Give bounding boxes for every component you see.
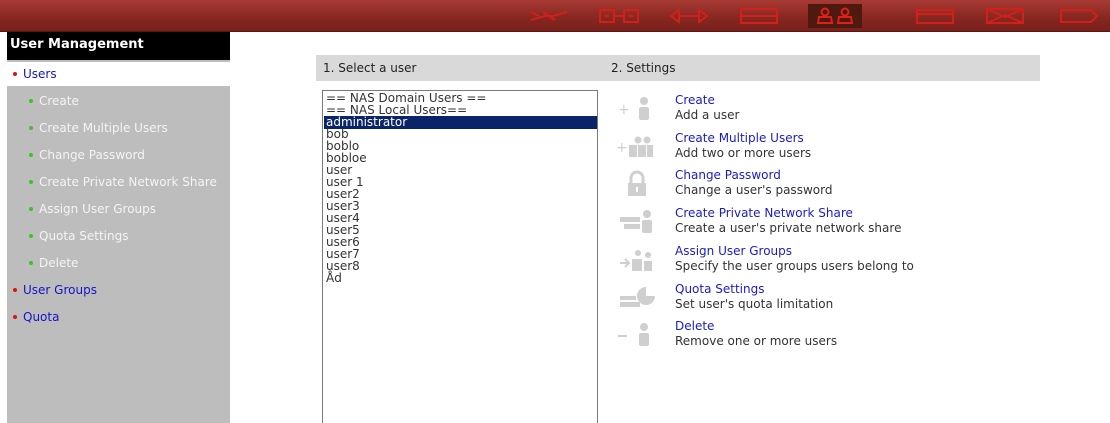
sidebar-item-quota[interactable]: Quota	[7, 305, 230, 329]
network-icon[interactable]	[524, 4, 574, 28]
bullet-icon	[13, 314, 17, 319]
settings-link-delete[interactable]: Delete	[675, 319, 714, 333]
sidebar-item-label: Assign User Groups	[39, 202, 157, 216]
bullet-icon	[13, 71, 17, 76]
svg-text:+: +	[618, 102, 630, 118]
sidebar-item-label: Create Multiple Users	[39, 121, 168, 135]
settings-link-assign-groups[interactable]: Assign User Groups	[675, 244, 792, 258]
bullet-icon	[29, 152, 33, 157]
add-user-icon[interactable]: +	[616, 94, 658, 124]
bullet-icon	[29, 98, 33, 103]
bullet-icon	[13, 287, 17, 292]
settings-header: 2. Settings	[604, 55, 1040, 81]
assign-groups-icon[interactable]	[616, 245, 658, 275]
lock-icon[interactable]	[616, 169, 658, 199]
select-user-header: 1. Select a user	[316, 55, 604, 81]
sidebar-item-users[interactable]: Users	[7, 62, 230, 86]
sidebar-item-label: User Groups	[23, 283, 97, 297]
sidebar-item-label: Create Private Network Share	[39, 175, 217, 189]
sidebar-item-label: Delete	[39, 256, 79, 270]
transfer-icon[interactable]	[664, 4, 714, 28]
sidebar-item-change-password[interactable]: Change Password	[7, 143, 230, 167]
storage-icon[interactable]	[734, 4, 784, 28]
settings-description: Specify the user groups users belong to	[675, 258, 914, 273]
sidebar-item-user-groups[interactable]: User Groups	[7, 278, 230, 302]
settings-link-private-share[interactable]: Create Private Network Share	[675, 206, 853, 220]
sidebar-item-label: Create	[39, 94, 79, 108]
settings-description: Create a user's private network share	[675, 221, 902, 236]
sidebar-item-quota-settings[interactable]: Quota Settings	[7, 224, 230, 248]
settings-link-create-multiple[interactable]: Create Multiple Users	[675, 131, 804, 145]
user-listbox[interactable]: == NAS Domain Users == == NAS Local Users…	[322, 90, 598, 423]
sidebar-item-label: Users	[23, 67, 57, 81]
sidebar-item-create[interactable]: Create	[7, 89, 230, 113]
bullet-icon	[29, 233, 33, 238]
remove-user-icon[interactable]	[616, 320, 658, 350]
settings-description: Set user's quota limitation	[675, 296, 834, 311]
system-icon[interactable]	[1054, 4, 1104, 28]
backup-icon[interactable]	[910, 4, 960, 28]
user-share-icon[interactable]	[616, 207, 658, 237]
svg-text:+: +	[616, 140, 628, 156]
services-icon[interactable]	[594, 4, 644, 28]
bullet-icon	[29, 206, 33, 211]
users-icon[interactable]	[808, 4, 862, 28]
user-list-item[interactable]: Åd	[324, 272, 597, 285]
settings-link-quota[interactable]: Quota Settings	[675, 282, 764, 296]
settings-description: Remove one or more users	[675, 334, 838, 349]
settings-link-create[interactable]: Create	[675, 93, 715, 107]
sidebar-item-assign-user-groups[interactable]: Assign User Groups	[7, 197, 230, 221]
settings-description: Change a user's password	[675, 183, 833, 198]
sidebar-item-create-private-network-share[interactable]: Create Private Network Share	[7, 170, 230, 194]
sidebar-title: User Management	[7, 32, 230, 60]
top-navigation-bar	[0, 0, 1110, 32]
sharing-icon[interactable]	[980, 4, 1030, 28]
bullet-icon	[29, 179, 33, 184]
sidebar-item-delete[interactable]: Delete	[7, 251, 230, 275]
quota-icon[interactable]	[616, 283, 658, 313]
bullet-icon	[29, 125, 33, 130]
sidebar-item-label: Quota	[23, 310, 60, 324]
sidebar-item-label: Change Password	[39, 148, 145, 162]
sidebar-item-create-multiple-users[interactable]: Create Multiple Users	[7, 116, 230, 140]
settings-link-change-password[interactable]: Change Password	[675, 168, 781, 182]
sidebar: User Management Users Create Create Multip…	[7, 32, 230, 423]
settings-description: Add a user	[675, 108, 740, 122]
sidebar-item-label: Quota Settings	[39, 229, 129, 243]
add-multiple-users-icon[interactable]: +	[616, 132, 658, 162]
settings-description: Add two or more users	[675, 145, 812, 160]
bullet-icon	[29, 260, 33, 265]
